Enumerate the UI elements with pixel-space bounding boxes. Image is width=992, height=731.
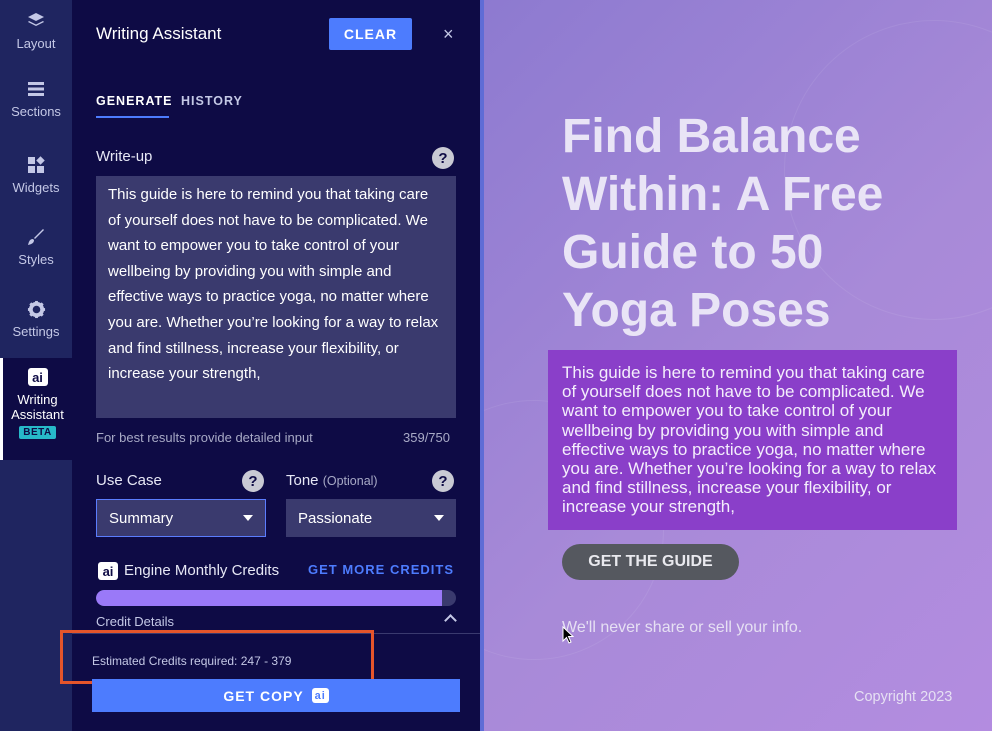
rail-label: Settings bbox=[12, 324, 60, 339]
tab-generate[interactable]: GENERATE bbox=[96, 94, 173, 108]
panel-title: Writing Assistant bbox=[96, 24, 222, 43]
widgets-icon bbox=[27, 154, 45, 176]
credits-title: Engine Monthly Credits bbox=[124, 562, 280, 579]
preview-body-text[interactable]: This guide is here to remind you that ta… bbox=[548, 350, 957, 530]
help-icon[interactable]: ? bbox=[432, 470, 454, 492]
credit-details-label[interactable]: Credit Details bbox=[96, 614, 174, 629]
rail-item-sections[interactable]: Sections bbox=[0, 78, 72, 119]
get-the-guide-button[interactable]: GET THE GUIDE bbox=[562, 544, 739, 580]
input-hint: For best results provide detailed input bbox=[96, 430, 313, 445]
sections-icon bbox=[27, 78, 45, 100]
writing-assistant-panel: Writing Assistant CLEAR × GENERATE HISTO… bbox=[60, 0, 480, 731]
editor-rail: Layout Sections Widgets Styles Settings … bbox=[0, 0, 72, 731]
rail-label: Layout bbox=[16, 36, 56, 51]
credits-progress-bar bbox=[96, 590, 456, 606]
caret-down-icon bbox=[434, 515, 444, 521]
privacy-note: We'll never share or sell your info. bbox=[562, 619, 803, 636]
active-tab-indicator bbox=[96, 116, 169, 118]
get-more-credits-link[interactable]: GET MORE CREDITS bbox=[308, 562, 454, 577]
rail-item-writing-assistant[interactable]: ai Writing Assistant BETA bbox=[0, 358, 72, 460]
copyright-text: Copyright 2023 bbox=[854, 689, 953, 705]
close-icon[interactable]: × bbox=[443, 24, 454, 45]
use-case-value: Summary bbox=[109, 509, 174, 527]
ai-icon: ai bbox=[27, 368, 48, 386]
rail-label: Widgets bbox=[12, 180, 60, 195]
tab-history[interactable]: HISTORY bbox=[181, 94, 243, 108]
brush-icon bbox=[27, 226, 45, 248]
chevron-up-icon[interactable] bbox=[444, 614, 457, 627]
get-copy-label: GET COPY bbox=[223, 687, 304, 704]
help-icon[interactable]: ? bbox=[432, 147, 454, 169]
rail-item-layout[interactable]: Layout bbox=[0, 10, 72, 51]
rail-label: Styles bbox=[18, 252, 54, 267]
writeup-label: Write-up bbox=[96, 148, 153, 165]
tone-select[interactable]: Passionate bbox=[286, 499, 456, 537]
writeup-textarea[interactable]: This guide is here to remind you that ta… bbox=[96, 176, 456, 418]
get-copy-button[interactable]: GET COPY ai bbox=[92, 679, 460, 712]
caret-down-icon bbox=[243, 515, 253, 521]
beta-badge: BETA bbox=[19, 426, 56, 439]
help-icon[interactable]: ? bbox=[242, 470, 264, 492]
rail-label: Writing bbox=[17, 392, 58, 407]
rail-item-styles[interactable]: Styles bbox=[0, 226, 72, 267]
mouse-cursor-icon bbox=[562, 626, 574, 644]
credits-progress-fill bbox=[96, 590, 442, 606]
ai-icon: ai bbox=[98, 562, 118, 580]
gear-icon bbox=[27, 298, 46, 320]
tone-label-text: Tone bbox=[286, 472, 319, 489]
rail-label: Sections bbox=[11, 104, 61, 119]
ai-icon: ai bbox=[311, 688, 329, 703]
rail-item-widgets[interactable]: Widgets bbox=[0, 154, 72, 195]
character-count: 359/750 bbox=[403, 430, 450, 445]
rail-item-settings[interactable]: Settings bbox=[0, 298, 72, 339]
tone-label: Tone (Optional) bbox=[286, 472, 378, 489]
rail-label: Assistant bbox=[11, 407, 64, 422]
use-case-label: Use Case bbox=[96, 472, 162, 489]
use-case-select[interactable]: Summary bbox=[96, 499, 266, 537]
clear-button[interactable]: CLEAR bbox=[329, 18, 412, 50]
preview-headline[interactable]: Find Balance Within: A Free Guide to 50 … bbox=[562, 108, 942, 340]
tone-value: Passionate bbox=[298, 509, 373, 527]
layers-icon bbox=[27, 10, 45, 32]
annotation-highlight-box bbox=[60, 630, 374, 684]
page-preview: Find Balance Within: A Free Guide to 50 … bbox=[480, 0, 992, 731]
optional-tag: (Optional) bbox=[322, 474, 378, 488]
